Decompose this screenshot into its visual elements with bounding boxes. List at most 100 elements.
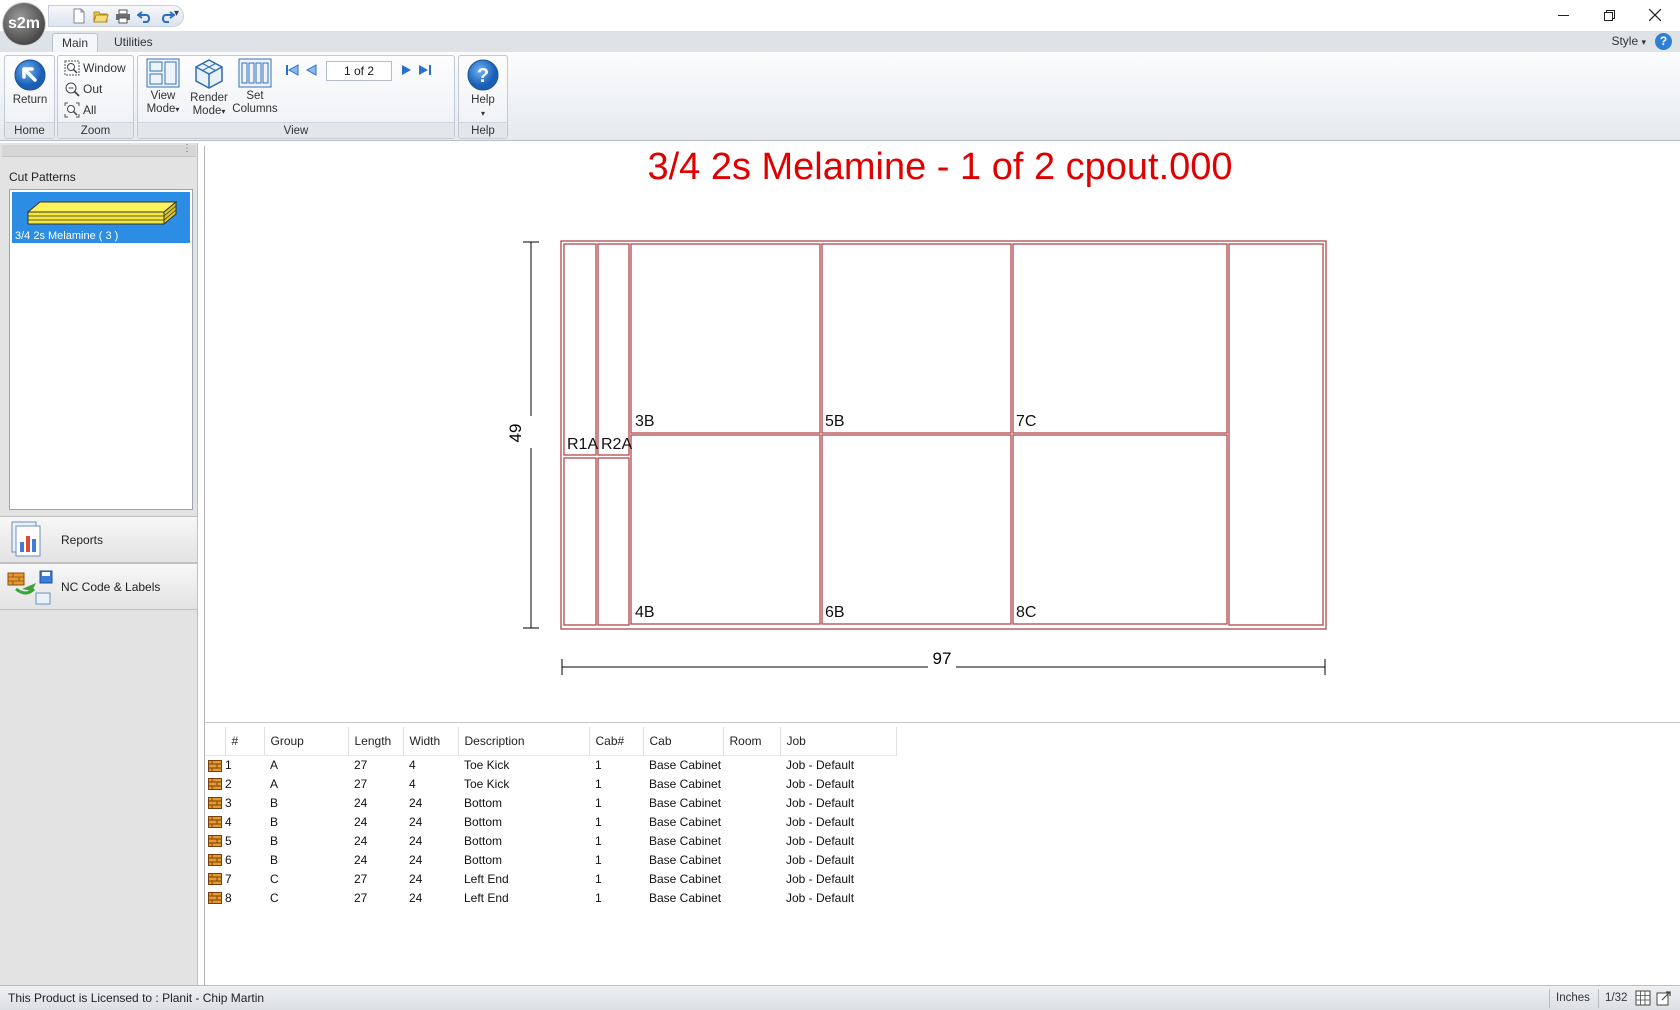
title-bar: s2m ▾ bbox=[0, 0, 1680, 45]
grid-icon[interactable] bbox=[1635, 990, 1651, 1009]
new-icon[interactable] bbox=[69, 7, 89, 25]
cell-width: 24 bbox=[409, 795, 423, 810]
chevron-down-icon: ▾ bbox=[1641, 37, 1646, 47]
zoom-all-button[interactable]: All bbox=[64, 100, 96, 120]
table-row[interactable]: 5 B 24 24 Bottom 1 Base Cabinet Job - Default bbox=[205, 831, 896, 850]
reports-icon bbox=[11, 521, 41, 557]
column-header-description[interactable]: Description bbox=[458, 727, 590, 756]
previous-page-icon[interactable] bbox=[304, 63, 320, 80]
view-mode-button[interactable]: View Mode▾ bbox=[142, 58, 184, 116]
column-header-length[interactable]: Length bbox=[348, 727, 404, 756]
cell-cab: Base Cabinet bbox=[649, 852, 722, 867]
cell-length: 27 bbox=[354, 871, 368, 886]
cell-cab-number: 1 bbox=[595, 890, 602, 905]
style-menu[interactable]: Style ▾ bbox=[1611, 34, 1646, 48]
part-7c[interactable] bbox=[1012, 243, 1228, 434]
cell-description: Bottom bbox=[464, 795, 503, 810]
sheet-view[interactable]: 49 97 R1A R2A 3B 5B 7C 4B 6B 8C bbox=[204, 146, 1680, 722]
help-group-label: Help bbox=[459, 122, 507, 138]
zoom-window-button[interactable]: Window bbox=[64, 58, 126, 78]
column-header-job[interactable]: Job bbox=[780, 727, 897, 756]
column-header-cab[interactable]: Cab bbox=[643, 727, 724, 756]
cell-length: 24 bbox=[354, 814, 368, 829]
part-3b[interactable] bbox=[630, 243, 821, 434]
cell-length: 27 bbox=[354, 890, 368, 905]
tab-main[interactable]: Main bbox=[52, 33, 99, 52]
part-r1a-lower[interactable] bbox=[563, 457, 597, 626]
tab-utilities[interactable]: Utilities bbox=[105, 33, 162, 52]
part-6b[interactable] bbox=[821, 434, 1012, 625]
close-button[interactable] bbox=[1632, 0, 1678, 30]
first-page-icon[interactable] bbox=[284, 63, 302, 80]
column-header-room[interactable]: Room bbox=[723, 727, 781, 756]
export-icon[interactable] bbox=[1656, 990, 1672, 1009]
return-button[interactable]: Return bbox=[10, 58, 50, 107]
nc-code-labels-button[interactable]: NC Code & Labels bbox=[0, 563, 198, 610]
table-row[interactable]: 3 B 24 24 Bottom 1 Base Cabinet Job - Default bbox=[205, 793, 896, 812]
table-row[interactable]: 7 C 27 24 Left End 1 Base Cabinet Job - Default bbox=[205, 869, 896, 888]
undo-icon[interactable] bbox=[135, 7, 155, 25]
help-icon[interactable]: ? bbox=[1655, 33, 1672, 50]
height-dimension-label: 49 bbox=[506, 424, 525, 443]
chevron-down-icon: ▾ bbox=[175, 105, 180, 114]
render-mode-button[interactable]: Render Mode▾ bbox=[186, 58, 232, 118]
part-8c[interactable] bbox=[1012, 434, 1228, 625]
help-button[interactable]: ? Help ▾ bbox=[463, 58, 503, 120]
zoom-window-label: Window bbox=[83, 61, 126, 75]
panel-grip[interactable]: ⋮ bbox=[2, 143, 196, 157]
print-icon[interactable] bbox=[113, 7, 133, 25]
cell-room bbox=[723, 774, 780, 793]
page-number-field[interactable]: 1 of 2 bbox=[326, 61, 392, 81]
cell-job: Job - Default bbox=[786, 871, 855, 886]
table-row[interactable]: 6 B 24 24 Bottom 1 Base Cabinet Job - Default bbox=[205, 850, 896, 869]
return-label: Return bbox=[12, 94, 48, 106]
table-row[interactable]: 1 A 27 4 Toe Kick 1 Base Cabinet Job - Default bbox=[205, 755, 896, 774]
column-header-width[interactable]: Width bbox=[403, 727, 459, 756]
last-page-icon[interactable] bbox=[416, 63, 434, 80]
cut-pattern-drawing[interactable]: 49 97 R1A R2A 3B 5B 7C 4B 6B 8C bbox=[205, 146, 1680, 722]
column-header-cab-number[interactable]: Cab# bbox=[589, 727, 644, 756]
help-icon: ? bbox=[467, 59, 499, 91]
table-row[interactable]: 2 A 27 4 Toe Kick 1 Base Cabinet Job - Default bbox=[205, 774, 896, 793]
cut-patterns-list[interactable]: 3/4 2s Melamine ( 3 ) bbox=[9, 189, 193, 510]
cell-length: 27 bbox=[354, 776, 368, 791]
column-header-group[interactable]: Group bbox=[264, 727, 349, 756]
precision-indicator[interactable]: 1/32 bbox=[1598, 989, 1633, 1008]
cell-cab: Base Cabinet bbox=[649, 833, 722, 848]
cell-cab: Base Cabinet bbox=[649, 776, 722, 791]
table-row[interactable]: 8 C 27 24 Left End 1 Base Cabinet Job - Default bbox=[205, 888, 896, 907]
part-label-5b: 5B bbox=[825, 413, 845, 430]
part-4b[interactable] bbox=[630, 434, 821, 625]
set-columns-button[interactable]: Set Columns bbox=[232, 58, 278, 116]
restore-button[interactable] bbox=[1586, 0, 1632, 30]
next-page-icon[interactable] bbox=[398, 63, 414, 80]
cell-length: 24 bbox=[354, 852, 368, 867]
part-r2a-lower[interactable] bbox=[597, 457, 630, 626]
table-row[interactable]: 4 B 24 24 Bottom 1 Base Cabinet Job - Default bbox=[205, 812, 896, 831]
column-header-number[interactable]: # bbox=[225, 727, 265, 756]
app-menu-button[interactable]: s2m bbox=[3, 3, 45, 45]
cell-cab-number: 1 bbox=[595, 776, 602, 791]
open-icon[interactable] bbox=[91, 7, 111, 25]
cell-number: 7 bbox=[225, 871, 232, 886]
cell-job: Job - Default bbox=[786, 757, 855, 772]
cell-cab: Base Cabinet bbox=[649, 757, 722, 772]
part-r2a-upper[interactable] bbox=[597, 243, 630, 456]
cell-width: 24 bbox=[409, 871, 423, 886]
cell-width: 24 bbox=[409, 890, 423, 905]
svg-text:?: ? bbox=[477, 65, 489, 87]
minimize-button[interactable] bbox=[1540, 0, 1586, 30]
cut-pattern-item[interactable]: 3/4 2s Melamine ( 3 ) bbox=[12, 192, 190, 243]
cell-description: Bottom bbox=[464, 833, 503, 848]
set-columns-icon bbox=[238, 58, 272, 88]
part-5b[interactable] bbox=[821, 243, 1012, 434]
part-cell-icon bbox=[205, 812, 225, 831]
customize-toolbar-icon[interactable]: ▾ bbox=[174, 8, 179, 19]
home-group-label: Home bbox=[5, 122, 54, 138]
zoom-out-button[interactable]: Out bbox=[64, 79, 102, 99]
part-r1a-upper[interactable] bbox=[563, 243, 597, 456]
units-indicator[interactable]: Inches bbox=[1549, 989, 1596, 1008]
zoom-all-icon bbox=[64, 102, 80, 118]
reports-button[interactable]: Reports bbox=[0, 516, 198, 563]
ribbon-tab-row: Main Utilities Style ▾ ? bbox=[0, 31, 1680, 52]
